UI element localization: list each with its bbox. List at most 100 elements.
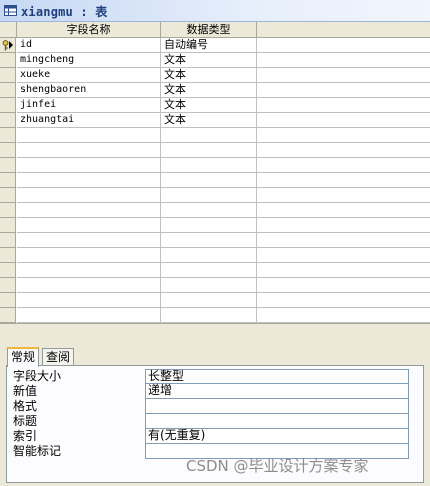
description-cell[interactable] [257,233,430,248]
description-cell[interactable] [257,158,430,173]
field-name-cell[interactable] [17,278,161,293]
description-cell[interactable] [257,248,430,263]
description-cell[interactable] [257,203,430,218]
description-cell[interactable] [257,38,430,53]
column-header-data-type[interactable]: 数据类型 [161,22,257,38]
data-type-cell[interactable]: 自动编号 [161,38,257,53]
data-type-cell[interactable]: 文本 [161,113,257,128]
field-name-cell[interactable]: id [17,38,161,53]
description-cell[interactable] [257,98,430,113]
data-type-cell[interactable] [161,173,257,188]
row-selector[interactable] [0,128,16,143]
field-name-cell[interactable] [17,173,161,188]
row-selector[interactable] [0,308,16,323]
description-cell[interactable] [257,143,430,158]
description-cell[interactable] [257,278,430,293]
column-header-description[interactable] [257,22,430,38]
description-cell[interactable] [257,188,430,203]
row-selector[interactable] [0,233,16,248]
row-selector-header [0,22,17,38]
field-name-cell[interactable] [17,263,161,278]
field-name-cell[interactable] [17,233,161,248]
description-cell[interactable] [257,83,430,98]
field-name-cell[interactable] [17,248,161,263]
row-selector[interactable] [0,293,16,308]
field-name-cell[interactable]: shengbaoren [17,83,161,98]
property-value-field[interactable] [145,399,409,414]
description-cell[interactable] [257,173,430,188]
field-name-cell[interactable]: jinfei [17,98,161,113]
row-selector[interactable] [0,98,16,113]
row-selector[interactable] [0,53,16,68]
field-name-cell[interactable] [17,203,161,218]
field-name-cell[interactable] [17,293,161,308]
row-selector[interactable] [0,173,16,188]
description-cell[interactable] [257,53,430,68]
primary-key-icon [2,40,9,51]
description-cell[interactable] [257,293,430,308]
pane-divider[interactable] [0,323,430,345]
data-type-cell[interactable] [161,308,257,323]
row-selector[interactable] [0,203,16,218]
data-type-cell[interactable] [161,143,257,158]
description-cell[interactable] [257,113,430,128]
row-selector[interactable] [0,188,16,203]
row-selector[interactable] [0,278,16,293]
row-selector[interactable] [0,68,16,83]
tab-general[interactable]: 常规 [7,347,40,367]
property-value-field[interactable]: 递增 [145,384,409,399]
watermark: CSDN @毕业设计方案专家 [186,457,369,475]
description-cell[interactable] [257,128,430,143]
field-design-grid[interactable]: 字段名称 数据类型 id 自动编号 mingcheng 文本 xueke 文本 shengb… [0,22,430,323]
description-cell[interactable] [257,263,430,278]
data-type-cell[interactable]: 文本 [161,83,257,98]
data-type-cell[interactable] [161,188,257,203]
window-title: xiangmu : 表 [21,5,108,19]
data-type-cell[interactable]: 文本 [161,98,257,113]
column-header-field-name[interactable]: 字段名称 [17,22,161,38]
property-value-field[interactable]: 有(无重复) [145,429,409,444]
row-selector[interactable] [0,83,16,98]
property-label: 智能标记 [13,444,62,458]
data-type-cell[interactable] [161,233,257,248]
row-selector[interactable] [0,158,16,173]
description-cell[interactable] [257,308,430,323]
data-type-cell[interactable] [161,158,257,173]
grid-header: 字段名称 数据类型 [0,22,430,38]
property-label: 新值 [13,384,38,398]
field-name-cell[interactable] [17,308,161,323]
field-name-cell[interactable]: xueke [17,68,161,83]
data-type-cell[interactable] [161,218,257,233]
data-type-cell[interactable] [161,248,257,263]
data-type-cell[interactable] [161,278,257,293]
field-name-cell[interactable] [17,158,161,173]
data-type-cell[interactable] [161,263,257,278]
field-name-cell[interactable]: mingcheng [17,53,161,68]
data-type-cell[interactable] [161,293,257,308]
field-name-cell[interactable] [17,218,161,233]
row-selector[interactable] [0,143,16,158]
row-selector[interactable] [0,218,16,233]
property-value-field[interactable] [145,414,409,429]
row-selector[interactable] [0,113,16,128]
field-name-cell[interactable] [17,143,161,158]
window-titlebar[interactable]: xiangmu : 表 [0,0,430,22]
data-type-cell[interactable]: 文本 [161,53,257,68]
description-cell[interactable] [257,68,430,83]
tab-lookup[interactable]: 查阅 [42,348,75,366]
row-selector[interactable] [0,248,16,263]
property-label: 字段大小 [13,369,62,383]
data-type-cell[interactable] [161,128,257,143]
data-type-cell[interactable] [161,203,257,218]
row-selector[interactable] [0,38,16,53]
table-icon [4,5,17,16]
field-name-cell[interactable] [17,128,161,143]
description-cell[interactable] [257,218,430,233]
property-value-field[interactable]: 长整型 [145,369,409,384]
property-label: 索引 [13,429,38,443]
row-selector[interactable] [0,263,16,278]
property-label: 标题 [13,414,38,428]
field-name-cell[interactable]: zhuangtai [17,113,161,128]
data-type-cell[interactable]: 文本 [161,68,257,83]
field-name-cell[interactable] [17,188,161,203]
